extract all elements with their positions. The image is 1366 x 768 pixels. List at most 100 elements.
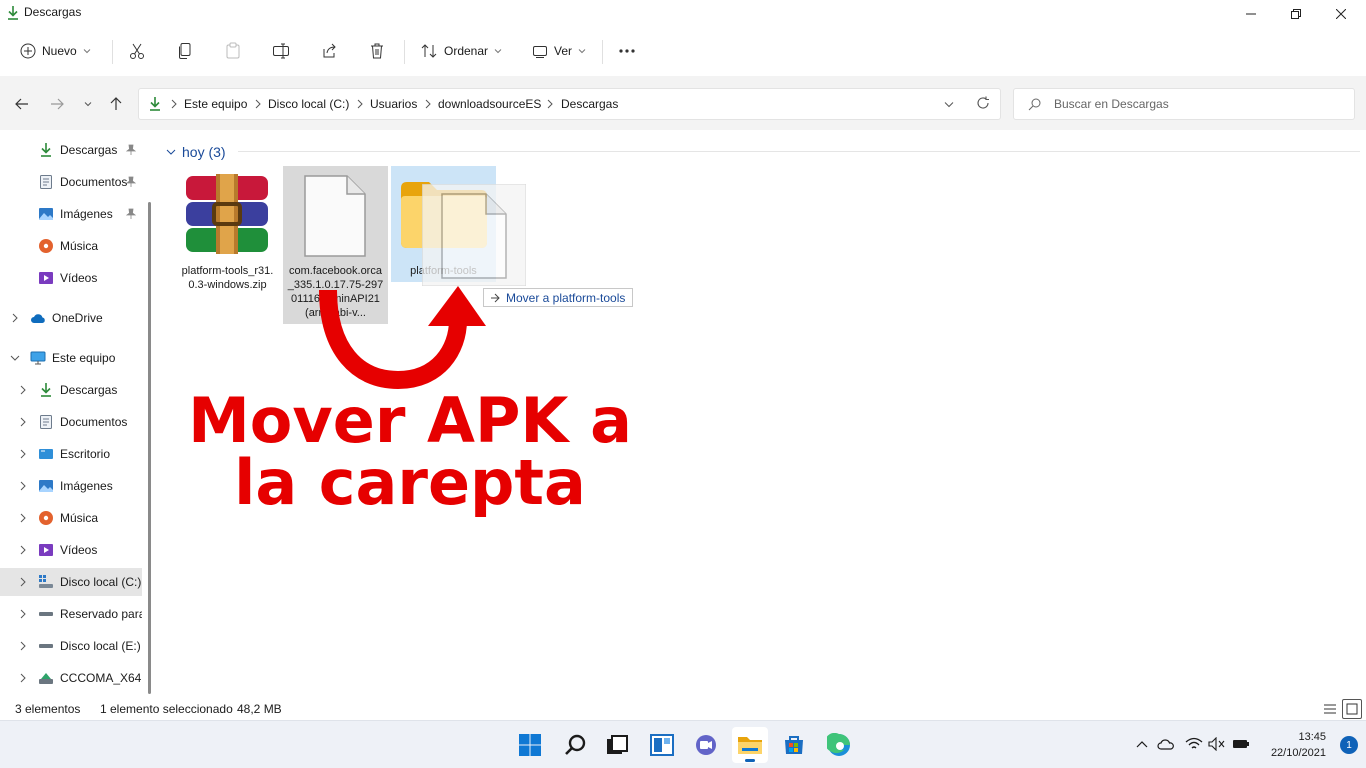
edge-button[interactable] [821, 727, 857, 763]
chevron-down-icon[interactable] [944, 101, 954, 109]
breadcrumb-descargas[interactable]: Descargas [561, 97, 618, 111]
sidebar-item-videos[interactable]: Vídeos [0, 536, 142, 564]
chevron-right-icon[interactable] [18, 673, 28, 683]
onedrive-tray-icon[interactable] [1157, 735, 1175, 753]
details-view-icon[interactable] [1323, 702, 1337, 716]
taskbar-search-button[interactable] [557, 727, 593, 763]
pin-icon [126, 144, 136, 155]
chevron-right-icon[interactable] [18, 609, 28, 619]
chevron-right-icon[interactable] [18, 481, 28, 491]
sidebar-item-documentos[interactable]: Documentos [0, 408, 142, 436]
widgets-button[interactable] [644, 727, 680, 763]
scrollbar-thumb[interactable] [148, 202, 151, 694]
videos-icon [39, 544, 53, 556]
sidebar-item-label: Música [60, 239, 99, 253]
sidebar-item-escritorio[interactable]: Escritorio [0, 440, 142, 468]
share-button[interactable] [320, 37, 338, 65]
active-indicator [745, 759, 755, 762]
chevron-right-icon[interactable] [10, 313, 20, 323]
curved-arrow-annotation [319, 286, 486, 390]
more-options-button[interactable] [618, 37, 636, 65]
search-input[interactable]: Buscar en Descargas [1054, 97, 1169, 111]
chevron-right-icon[interactable] [18, 417, 28, 427]
sidebar-item-label: Documentos [60, 175, 128, 189]
breadcrumb-downloadsourcees[interactable]: downloadsourceES [438, 97, 541, 111]
cut-button[interactable] [128, 37, 146, 65]
maximize-button[interactable] [1273, 0, 1319, 28]
sidebar-scrollbar[interactable] [146, 130, 156, 696]
paste-button[interactable] [224, 37, 242, 65]
store-button[interactable] [776, 727, 812, 763]
chevron-right-icon[interactable] [18, 449, 28, 459]
sidebar-item-label: CCCOMA_X64F [60, 671, 142, 685]
battery-tray-icon[interactable] [1232, 735, 1250, 753]
wifi-icon [1185, 737, 1203, 749]
breadcrumb-disco-local[interactable]: Disco local (C:) [268, 97, 349, 111]
sidebar-item-imagenes[interactable]: Imágenes [0, 472, 142, 500]
document-icon [40, 175, 52, 189]
file-explorer-taskbar-button[interactable] [732, 727, 768, 763]
notification-badge[interactable]: 1 [1340, 736, 1358, 754]
selection-size: 48,2 MB [237, 702, 282, 716]
volume-tray-icon[interactable] [1208, 735, 1226, 753]
chevron-down-icon[interactable] [10, 353, 20, 363]
minimize-icon [1246, 13, 1256, 15]
chevron-right-icon[interactable] [18, 641, 28, 651]
chevron-right-icon[interactable] [18, 577, 28, 587]
sidebar-item-reservado[interactable]: Reservado para [0, 600, 142, 628]
sidebar-item-onedrive[interactable]: OneDrive [0, 304, 142, 332]
breadcrumb-este-equipo[interactable]: Este equipo [184, 97, 247, 111]
sidebar-item-imagenes-pinned[interactable]: Imágenes [0, 200, 142, 228]
annotation-text: Mover APK a la carepta [188, 384, 632, 519]
sort-button[interactable]: Ordenar [420, 37, 502, 65]
recent-locations-button[interactable] [78, 94, 98, 114]
group-header[interactable]: hoy (3) [166, 142, 226, 162]
copy-button[interactable] [176, 37, 194, 65]
back-button[interactable] [12, 94, 32, 114]
sidebar-item-disco-local-c[interactable]: Disco local (C:) [0, 568, 142, 596]
file-item-platform-tools-zip[interactable]: platform-tools_r31.0.3-windows.zip [175, 166, 280, 324]
search-box[interactable]: Buscar en Descargas [1013, 88, 1355, 120]
delete-button[interactable] [368, 37, 386, 65]
sidebar-item-disco-local-e[interactable]: Disco local (E:) [0, 632, 142, 660]
chevron-right-icon[interactable] [18, 513, 28, 523]
sidebar-item-descargas-pinned[interactable]: Descargas [0, 136, 142, 164]
sidebar-item-label: Disco local (C:) [60, 575, 142, 589]
sidebar-item-documentos-pinned[interactable]: Documentos [0, 168, 142, 196]
selection-count: 1 elemento seleccionado [100, 702, 233, 716]
network-tray-icon[interactable] [1185, 735, 1203, 753]
forward-button[interactable] [47, 94, 67, 114]
window-title: Descargas [24, 5, 82, 19]
sidebar-item-videos-quick[interactable]: Vídeos [0, 264, 142, 292]
sidebar-item-este-equipo[interactable]: Este equipo [0, 344, 142, 372]
sidebar-item-musica[interactable]: Música [0, 504, 142, 532]
task-view-button[interactable] [599, 727, 635, 763]
chevron-right-icon[interactable] [18, 545, 28, 555]
chat-button[interactable] [688, 727, 724, 763]
chevron-right-icon[interactable] [18, 385, 28, 395]
refresh-icon[interactable] [976, 96, 990, 110]
address-bar[interactable]: Este equipo Disco local (C:) Usuarios do… [138, 88, 1001, 120]
rename-button[interactable] [272, 37, 290, 65]
more-icon [619, 49, 635, 53]
new-button[interactable]: Nuevo [20, 37, 91, 65]
chevron-up-icon [1136, 741, 1148, 748]
close-button[interactable] [1318, 0, 1364, 28]
sidebar-item-descargas[interactable]: Descargas [0, 376, 142, 404]
chevron-right-icon [547, 99, 553, 109]
minimize-button[interactable] [1228, 0, 1274, 28]
view-button[interactable]: Ver [532, 37, 586, 65]
group-label: hoy (3) [182, 144, 226, 160]
large-icons-view-button[interactable] [1342, 699, 1362, 719]
arrow-right-icon [51, 98, 64, 110]
breadcrumb-usuarios[interactable]: Usuarios [370, 97, 417, 111]
sidebar-item-cccoma[interactable]: CCCOMA_X64F [0, 664, 142, 692]
chevron-right-icon [255, 99, 261, 109]
up-button[interactable] [106, 94, 126, 114]
tray-overflow-button[interactable] [1133, 735, 1151, 753]
command-bar: Nuevo Ordenar Ver [0, 28, 1366, 76]
start-button[interactable] [512, 727, 548, 763]
sidebar-item-musica-quick[interactable]: Música [0, 232, 142, 260]
chevron-down-icon [84, 102, 92, 107]
taskbar-clock[interactable]: 13:45 22/10/2021 [1271, 729, 1326, 761]
